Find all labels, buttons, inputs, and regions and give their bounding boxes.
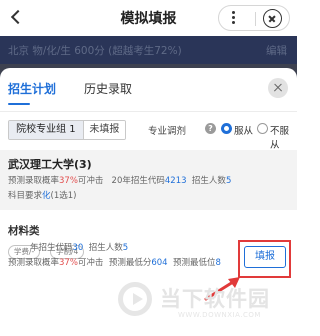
watermark-logo-icon — [118, 282, 152, 316]
major-prob-line: 预测录取概率37%可冲击 预测最低分604 预测最低位8 — [8, 256, 221, 268]
tab-enrollment-plan[interactable]: 招生计划 — [8, 80, 56, 97]
major-prob-suffix: 可冲击 — [77, 258, 104, 268]
enroll-label: 招生人数 — [191, 176, 226, 186]
prob-label: 预测录取概率 — [8, 176, 60, 186]
subject-suffix: (1选1) — [50, 191, 77, 201]
min-score-value: 604 — [151, 258, 168, 268]
group-segment: 院校专业组 1 未填报 — [8, 120, 126, 140]
school-card: 武汉理工大学(3) 预测录取概率37%可冲击 20年招生代码4213 招生人数5… — [0, 150, 297, 210]
tabs-divider — [0, 111, 297, 112]
radio-obey[interactable] — [221, 123, 232, 134]
major-name: 材料类 — [8, 225, 40, 237]
watermark-text: 当下软件园 — [160, 287, 270, 311]
edit-link[interactable]: 编辑 — [266, 43, 287, 58]
min-score-label: 预测最低分 — [108, 258, 152, 268]
score-info-bar: 北京 物/化/生 600分 (超越考生72%) 编辑 — [0, 36, 297, 64]
watermark-url: WWW.DOWNXIA.COM — [178, 311, 261, 319]
min-rank-value: 8 — [215, 258, 221, 268]
top-nav-bar: 模拟填报 — [0, 0, 297, 36]
adjust-label: 专业调剂 — [148, 126, 187, 137]
code-label: 20年招生代码 — [111, 176, 165, 186]
close-circle-icon[interactable] — [263, 9, 282, 28]
radio-disobey-label[interactable]: 不服从 — [270, 123, 297, 151]
major-enroll-value: 5 — [122, 243, 129, 253]
active-tab-indicator — [8, 103, 30, 105]
enroll-value: 5 — [225, 176, 232, 186]
prob-value: 37% — [59, 176, 78, 186]
prob-suffix: 可冲击 — [77, 176, 104, 186]
more-dots-icon[interactable] — [231, 10, 235, 26]
major-code-value: 30 — [72, 243, 84, 253]
school-name: 武汉理工大学(3) — [8, 158, 92, 171]
major-prob-value: 37% — [59, 258, 78, 268]
mini-program-capsule — [218, 5, 290, 31]
tab-history-admission[interactable]: 历史录取 — [84, 80, 132, 97]
subject-label: 科目要求 — [8, 191, 43, 201]
min-rank-label: 预测最低位 — [173, 258, 216, 268]
segment-unfilled[interactable]: 未填报 — [83, 121, 125, 139]
sheet-tabs: 招生计划 历史录取 — [0, 68, 297, 108]
major-enroll-label: 招生人数 — [88, 243, 123, 253]
subject-requirement-line: 科目要求化(1选1) — [8, 189, 76, 201]
score-info-text: 北京 物/化/生 600分 (超越考生72%) — [8, 45, 182, 57]
major-prob-label: 预测录取概率 — [8, 258, 60, 268]
close-icon[interactable] — [268, 78, 288, 98]
capsule-divider — [255, 12, 256, 26]
major-code-line: 年招生代码30 招生人数5 — [30, 241, 128, 253]
subject-value: 化 — [42, 191, 51, 201]
question-icon[interactable]: ? — [205, 123, 216, 134]
segment-major-group[interactable]: 院校专业组 1 — [9, 121, 84, 139]
radio-obey-label[interactable]: 服从 — [234, 123, 253, 137]
fill-button[interactable]: 填报 — [244, 246, 286, 268]
code-value: 4213 — [164, 176, 187, 186]
school-stats-line: 预测录取概率37%可冲击 20年招生代码4213 招生人数5 — [8, 174, 231, 186]
major-code-label: 年招生代码 — [30, 243, 73, 253]
radio-disobey[interactable] — [257, 123, 268, 134]
